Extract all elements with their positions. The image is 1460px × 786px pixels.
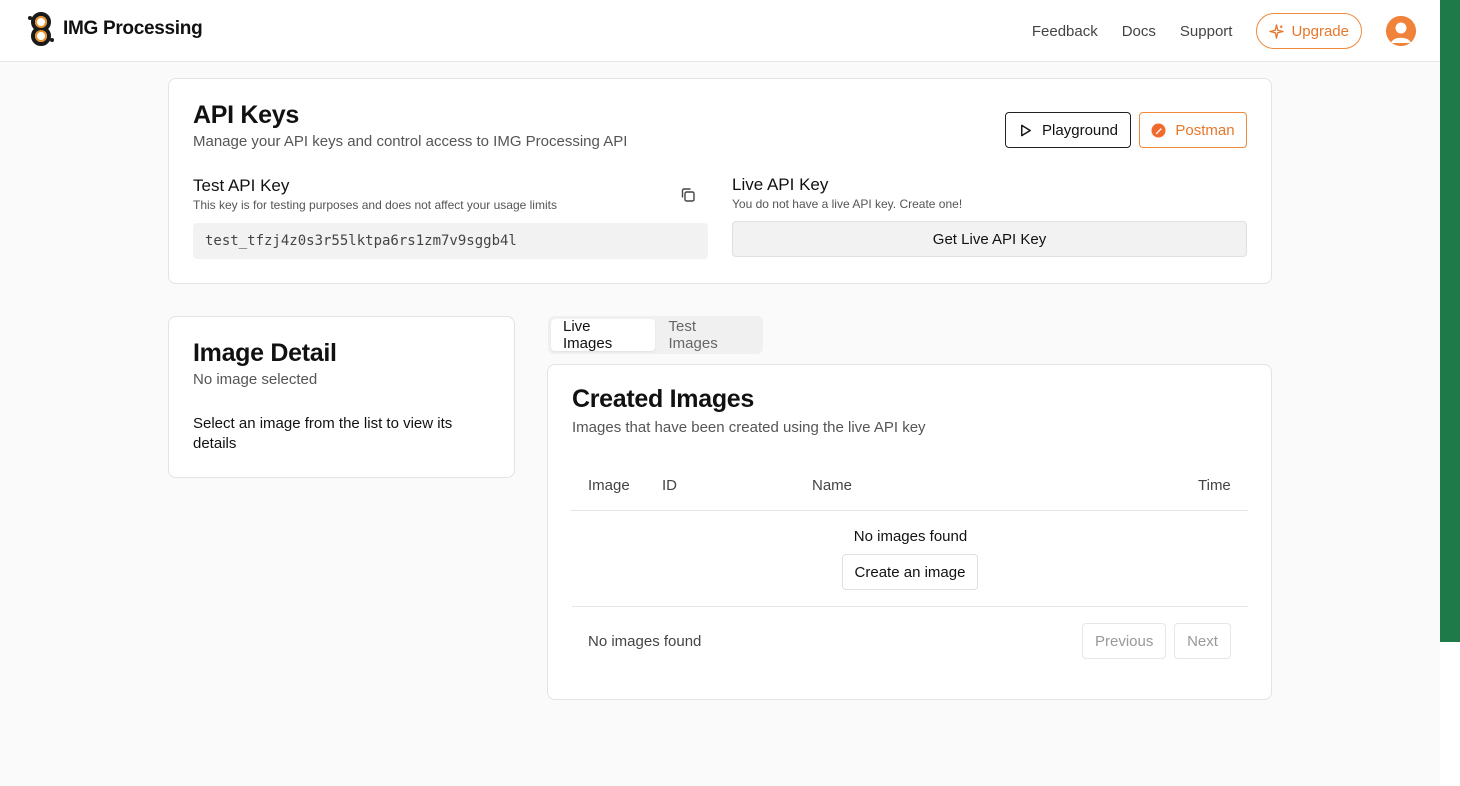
nav-support-link[interactable]: Support — [1180, 23, 1233, 40]
image-detail-message: Select an image from the list to view it… — [193, 414, 483, 454]
create-image-button[interactable]: Create an image — [842, 554, 978, 590]
upgrade-label: Upgrade — [1291, 23, 1349, 40]
test-api-key-title: Test API Key — [193, 176, 289, 196]
next-page-button[interactable]: Next — [1174, 623, 1231, 659]
column-header-id: ID — [662, 477, 677, 494]
sparkle-icon — [1269, 24, 1284, 39]
image-detail-card: Image Detail No image selected Select an… — [168, 316, 515, 478]
background-window-strip — [1440, 0, 1460, 642]
live-api-key-description: You do not have a live API key. Create o… — [732, 197, 962, 211]
image-detail-subtitle: No image selected — [193, 371, 317, 388]
previous-page-button[interactable]: Previous — [1082, 623, 1166, 659]
api-keys-title: API Keys — [193, 101, 299, 130]
column-header-name: Name — [812, 477, 852, 494]
user-avatar[interactable] — [1386, 16, 1416, 46]
upgrade-button[interactable]: Upgrade — [1256, 13, 1362, 49]
column-header-time: Time — [1198, 477, 1231, 494]
postman-icon — [1151, 123, 1166, 138]
column-header-image: Image — [588, 477, 630, 494]
tab-test-images[interactable]: Test Images — [657, 319, 761, 351]
empty-state-text: No images found — [548, 528, 1273, 545]
brand-name: IMG Processing — [63, 18, 202, 40]
pagination-status: No images found — [588, 633, 701, 650]
user-avatar-icon — [1386, 16, 1416, 46]
api-keys-card: API Keys Manage your API keys and contro… — [168, 78, 1272, 284]
postman-button[interactable]: Postman — [1139, 112, 1247, 148]
image-tabs: Live Images Test Images — [548, 316, 763, 354]
brand[interactable]: IMG Processing — [25, 12, 202, 46]
created-images-title: Created Images — [572, 385, 754, 414]
table-header-divider — [570, 510, 1248, 511]
image-detail-title: Image Detail — [193, 339, 337, 368]
top-nav: Feedback Docs Support Upgrade — [1008, 0, 1440, 62]
test-api-key-description: This key is for testing purposes and doe… — [193, 198, 557, 212]
playground-button[interactable]: Playground — [1005, 112, 1131, 148]
table-footer-divider — [572, 606, 1248, 607]
nav-docs-link[interactable]: Docs — [1122, 23, 1156, 40]
copy-icon[interactable] — [679, 186, 697, 204]
live-api-key-title: Live API Key — [732, 175, 828, 195]
test-api-key-value[interactable]: test_tfzj4z0s3r55lktpa6rs1zm7v9sggb4l — [193, 223, 708, 259]
tab-live-images[interactable]: Live Images — [551, 319, 655, 351]
background-window-gap — [1440, 642, 1460, 786]
playground-label: Playground — [1042, 122, 1118, 139]
top-navigation-bar: IMG Processing Feedback Docs Support Upg… — [0, 0, 1440, 62]
created-images-subtitle: Images that have been created using the … — [572, 419, 926, 436]
postman-label: Postman — [1175, 122, 1234, 139]
brand-logo-icon — [25, 12, 57, 46]
play-icon — [1018, 123, 1033, 138]
created-images-card: Created Images Images that have been cre… — [547, 364, 1272, 700]
get-live-api-key-button[interactable]: Get Live API Key — [732, 221, 1247, 257]
api-keys-subtitle: Manage your API keys and control access … — [193, 133, 627, 150]
nav-feedback-link[interactable]: Feedback — [1032, 23, 1098, 40]
